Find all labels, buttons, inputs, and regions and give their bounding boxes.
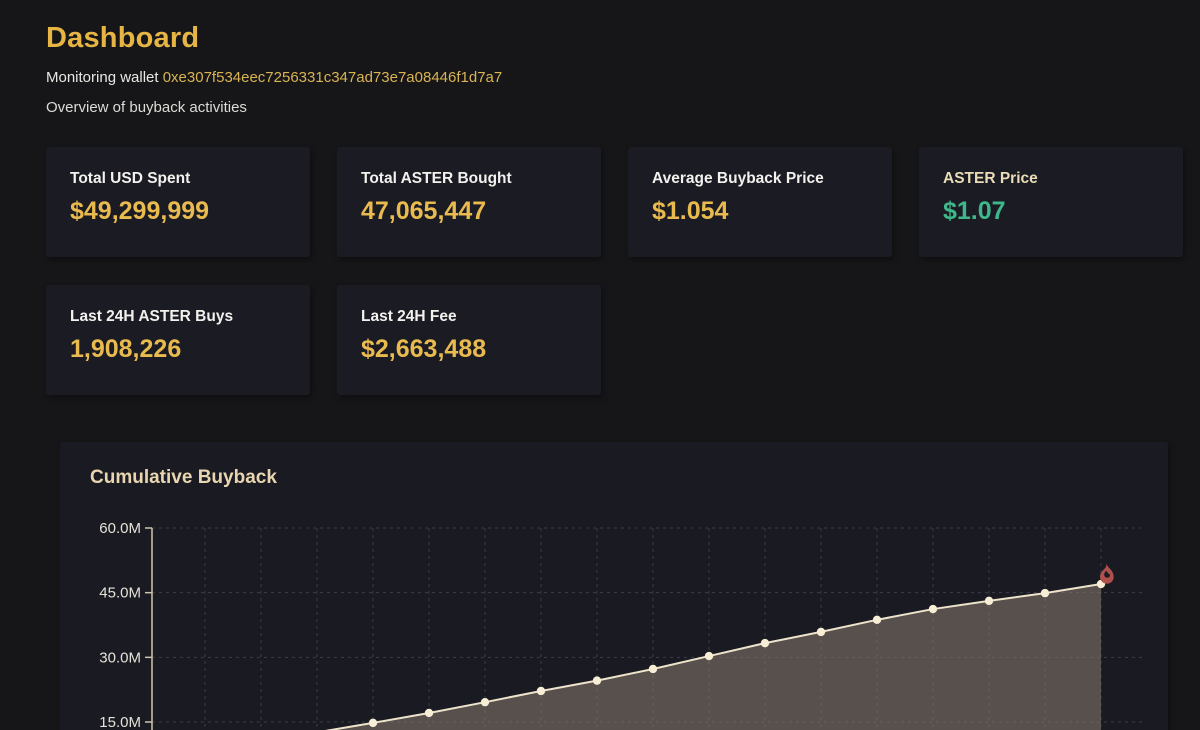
page-header: Dashboard Monitoring wallet 0xe307f534ee… (46, 22, 502, 116)
cumulative-buyback-chart: 60.0M 45.0M 30.0M 15.0M (99, 520, 1145, 730)
stat-value: $49,299,999 (70, 197, 210, 225)
stat-value: 1,908,226 (70, 335, 182, 363)
page-subtitle: Overview of buyback activities (46, 99, 247, 116)
data-point[interactable] (368, 718, 378, 728)
data-point[interactable] (592, 676, 602, 685)
stat-label: Total USD Spent (70, 170, 191, 187)
stat-card-last-24h-aster-buys: Last 24H ASTER Buys 1,908,226 (46, 285, 310, 395)
data-point[interactable] (480, 697, 490, 707)
data-point[interactable] (536, 686, 546, 696)
y-axis-label: 60.0M (99, 520, 141, 537)
data-point[interactable] (928, 604, 938, 614)
stat-label: Average Buyback Price (652, 170, 824, 187)
data-point[interactable] (816, 627, 826, 637)
stat-card-average-buyback-price: Average Buyback Price $1.054 (628, 147, 892, 257)
monitoring-wallet-label: Monitoring wallet (46, 69, 163, 86)
stat-card-total-aster-bought: Total ASTER Bought 47,065,447 (337, 147, 601, 257)
data-point[interactable] (648, 664, 658, 674)
stat-card-last-24h-fee: Last 24H Fee $2,663,488 (337, 285, 601, 395)
data-point[interactable] (1040, 588, 1050, 598)
stat-label: ASTER Price (943, 170, 1038, 187)
stat-label: Last 24H Fee (361, 308, 457, 325)
data-point[interactable] (760, 638, 770, 648)
data-point[interactable] (872, 615, 882, 625)
stat-value: $1.054 (652, 197, 729, 225)
cumulative-buyback-panel: Cumulative Buyback 60.0M 45.0M 30.0M 15.0M (60, 442, 1168, 730)
dashboard-page: Dashboard Monitoring wallet 0xe307f534ee… (0, 0, 1200, 730)
data-point[interactable] (984, 596, 994, 606)
y-axis-label: 45.0M (99, 585, 141, 602)
y-axis-label: 30.0M (99, 649, 141, 666)
y-axis-label: 15.0M (99, 714, 141, 730)
stat-card-total-usd-spent: Total USD Spent $49,299,999 (46, 147, 310, 257)
stat-label: Last 24H ASTER Buys (70, 308, 234, 325)
stat-card-aster-price: ASTER Price $1.07 (919, 147, 1183, 257)
stat-value: 47,065,447 (361, 197, 487, 225)
data-point[interactable] (704, 651, 714, 661)
wallet-address-link[interactable]: 0xe307f534eec7256331c347ad73e7a08446f1d7… (163, 69, 503, 86)
flame-icon (1100, 563, 1114, 584)
stat-value: $1.07 (943, 197, 1006, 225)
page-title: Dashboard (46, 22, 200, 54)
stat-value: $2,663,488 (361, 335, 487, 363)
stat-label: Total ASTER Bought (361, 170, 512, 187)
data-point[interactable] (424, 708, 434, 718)
monitoring-wallet-line: Monitoring wallet 0xe307f534eec7256331c3… (46, 69, 502, 86)
